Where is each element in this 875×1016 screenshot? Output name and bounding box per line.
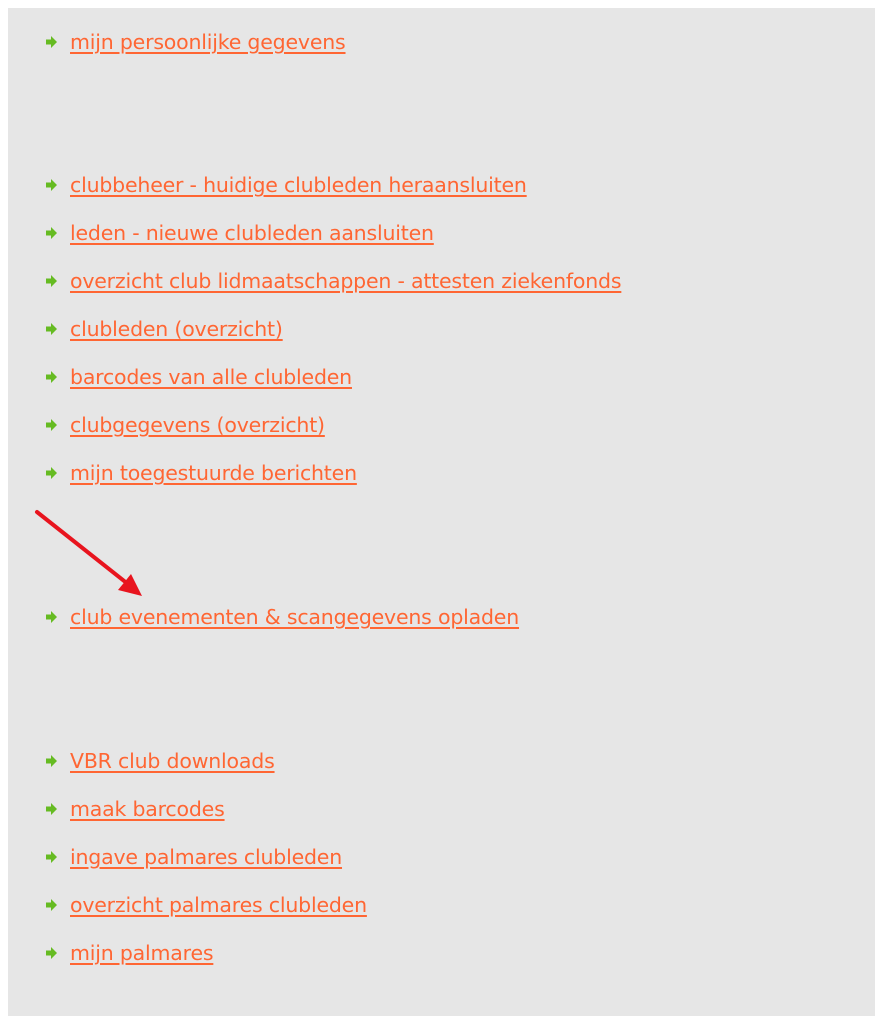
green-arrow-bullet-icon: [46, 323, 57, 335]
menu-item-lidmaatschappen[interactable]: overzicht club lidmaatschappen - atteste…: [44, 267, 622, 295]
green-arrow-bullet-icon: [46, 947, 57, 959]
green-arrow-bullet-icon: [46, 419, 57, 431]
green-arrow-bullet-icon: [46, 467, 57, 479]
menu-link-maak-barcodes[interactable]: maak barcodes: [70, 797, 225, 821]
menu-link-berichten[interactable]: mijn toegestuurde berichten: [70, 461, 357, 485]
menu-item-clubgegevens[interactable]: clubgegevens (overzicht): [44, 411, 325, 439]
green-arrow-bullet-icon: [46, 851, 57, 863]
green-arrow-bullet-icon: [46, 803, 57, 815]
menu-link-clubbeheer[interactable]: clubbeheer - huidige clubleden heraanslu…: [70, 173, 527, 197]
menu-item-persoonlijke-gegevens[interactable]: mijn persoonlijke gegevens: [44, 28, 346, 56]
menu-item-ingave-palmares[interactable]: ingave palmares clubleden: [44, 843, 342, 871]
green-arrow-bullet-icon: [46, 611, 57, 623]
menu-link-persoonlijke-gegevens[interactable]: mijn persoonlijke gegevens: [70, 30, 346, 54]
menu-link-lidmaatschappen[interactable]: overzicht club lidmaatschappen - atteste…: [70, 269, 622, 293]
green-arrow-bullet-icon: [46, 899, 57, 911]
menu-link-overzicht-palmares[interactable]: overzicht palmares clubleden: [70, 893, 367, 917]
green-arrow-bullet-icon: [46, 179, 57, 191]
menu-item-evenementen-opladen[interactable]: club evenementen & scangegevens opladen: [44, 603, 519, 631]
green-arrow-bullet-icon: [46, 275, 57, 287]
menu-link-clubleden-overzicht[interactable]: clubleden (overzicht): [70, 317, 283, 341]
menu-item-clubbeheer[interactable]: clubbeheer - huidige clubleden heraanslu…: [44, 171, 527, 199]
green-arrow-bullet-icon: [46, 371, 57, 383]
menu-item-vbr-downloads[interactable]: VBR club downloads: [44, 747, 275, 775]
green-arrow-bullet-icon: [46, 755, 57, 767]
menu-link-leden-aansluiten[interactable]: leden - nieuwe clubleden aansluiten: [70, 221, 434, 245]
menu-link-clubgegevens[interactable]: clubgegevens (overzicht): [70, 413, 325, 437]
menu-item-maak-barcodes[interactable]: maak barcodes: [44, 795, 225, 823]
green-arrow-bullet-icon: [46, 227, 57, 239]
menu-link-barcodes-clubleden[interactable]: barcodes van alle clubleden: [70, 365, 352, 389]
green-arrow-bullet-icon: [46, 36, 57, 48]
menu-link-ingave-palmares[interactable]: ingave palmares clubleden: [70, 845, 342, 869]
menu-item-overzicht-palmares[interactable]: overzicht palmares clubleden: [44, 891, 367, 919]
menu-item-clubleden-overzicht[interactable]: clubleden (overzicht): [44, 315, 283, 343]
menu-link-evenementen-opladen[interactable]: club evenementen & scangegevens opladen: [70, 605, 519, 629]
menu-item-leden-aansluiten[interactable]: leden - nieuwe clubleden aansluiten: [44, 219, 434, 247]
menu-link-vbr-downloads[interactable]: VBR club downloads: [70, 749, 275, 773]
menu-item-barcodes-clubleden[interactable]: barcodes van alle clubleden: [44, 363, 352, 391]
menu-link-mijn-palmares[interactable]: mijn palmares: [70, 941, 214, 965]
menu-item-berichten[interactable]: mijn toegestuurde berichten: [44, 459, 357, 487]
menu-item-mijn-palmares[interactable]: mijn palmares: [44, 939, 214, 967]
